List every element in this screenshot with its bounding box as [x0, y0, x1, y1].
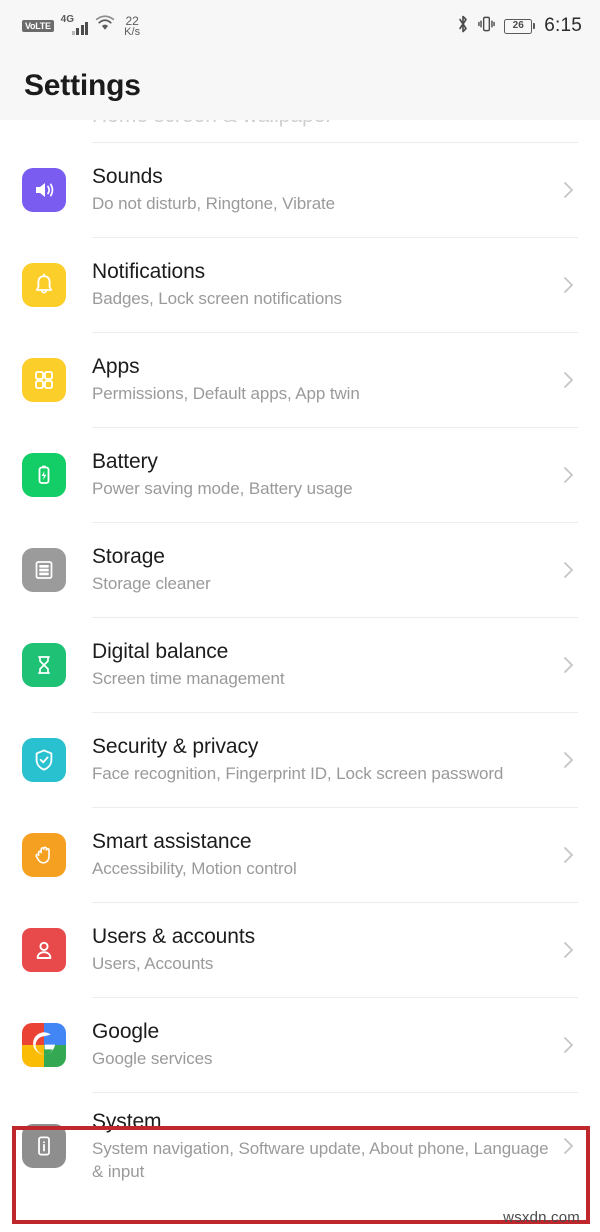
settings-row-subtitle: System navigation, Software update, Abou…: [92, 1139, 549, 1181]
status-bar-clock: 6:15: [544, 15, 582, 36]
settings-row-title: Security & privacy: [92, 735, 259, 759]
settings-row-storage[interactable]: Storage Storage cleaner: [0, 523, 600, 617]
chevron-right-icon: [564, 277, 573, 293]
settings-row-subtitle: Badges, Lock screen notifications: [92, 289, 342, 309]
chevron-right-icon: [564, 467, 573, 483]
chevron-right-icon: [564, 752, 573, 768]
status-bar: VoLTE 4G 22 K/s 26 6:15: [0, 0, 600, 52]
clipped-previous-row-label: Home screen & wallpaper: [92, 120, 332, 128]
watermark-label: wsxdn.com: [503, 1209, 580, 1226]
clipped-previous-row[interactable]: Home screen & wallpaper: [0, 120, 600, 142]
settings-row-body: Storage Storage cleaner: [92, 528, 550, 612]
network-speed-unit: K/s: [124, 25, 141, 38]
settings-row-subtitle: Permissions, Default apps, App twin: [92, 384, 360, 404]
settings-row-smart-assistance[interactable]: Smart assistance Accessibility, Motion c…: [0, 808, 600, 902]
settings-row-subtitle: Google services: [92, 1049, 213, 1069]
settings-row-title: Users & accounts: [92, 925, 255, 949]
settings-row-body: Smart assistance Accessibility, Motion c…: [92, 813, 550, 897]
chevron-right-icon: [564, 847, 573, 863]
settings-row-google[interactable]: Google Google services: [0, 998, 600, 1092]
settings-row-body: Digital balance Screen time management: [92, 623, 550, 707]
chevron-right-icon: [564, 182, 573, 198]
settings-row-title: Apps: [92, 355, 140, 379]
settings-row-system[interactable]: System System navigation, Software updat…: [0, 1093, 600, 1200]
network-gen-label: 4G: [60, 14, 75, 25]
settings-row-title: System: [92, 1110, 162, 1133]
chevron-right-icon: [564, 942, 573, 958]
network-speed-indicator: 22 K/s: [124, 15, 140, 38]
battery-cap: [533, 23, 536, 29]
settings-row-notifications[interactable]: Notifications Badges, Lock screen notifi…: [0, 238, 600, 332]
settings-row-body: Security & privacy Face recognition, Fin…: [92, 718, 550, 802]
settings-row-sounds[interactable]: Sounds Do not disturb, Ringtone, Vibrate: [0, 143, 600, 237]
bell-icon: [22, 263, 66, 307]
settings-row-body: Apps Permissions, Default apps, App twin: [92, 338, 550, 422]
chevron-right-icon: [564, 657, 573, 673]
vibrate-icon: [478, 15, 495, 38]
settings-row-body: Google Google services: [92, 1003, 550, 1087]
settings-row-body: Notifications Badges, Lock screen notifi…: [92, 243, 550, 327]
hourglass-icon: [22, 643, 66, 687]
settings-row-subtitle: Do not disturb, Ringtone, Vibrate: [92, 194, 336, 214]
speaker-icon: [22, 168, 66, 212]
chevron-right-icon: [564, 1138, 573, 1155]
settings-row-apps[interactable]: Apps Permissions, Default apps, App twin: [0, 333, 600, 427]
app-grid-icon: [22, 358, 66, 402]
settings-row-subtitle: Face recognition, Fingerprint ID, Lock s…: [92, 764, 504, 784]
page-title: Settings: [24, 69, 141, 102]
settings-row-security-privacy[interactable]: Security & privacy Face recognition, Fin…: [0, 713, 600, 807]
settings-list[interactable]: Home screen & wallpaper Sounds Do not di…: [0, 120, 600, 1200]
settings-row-subtitle: Users, Accounts: [92, 954, 214, 974]
settings-row-body: System System navigation, Software updat…: [92, 1093, 550, 1199]
settings-row-title: Sounds: [92, 165, 163, 189]
settings-row-title: Google: [92, 1020, 160, 1044]
status-bar-right-group: 26 6:15: [457, 15, 582, 38]
hand-icon: [22, 833, 66, 877]
status-bar-left-group: VoLTE 4G 22 K/s: [22, 15, 140, 38]
network-speed-value: 22: [125, 13, 139, 28]
settings-row-users-accounts[interactable]: Users & accounts Users, Accounts: [0, 903, 600, 997]
battery-icon: 26: [504, 18, 536, 34]
signal-bar-group: [71, 22, 89, 35]
bluetooth-icon: [457, 15, 469, 38]
phone-info-icon: [22, 1124, 66, 1169]
volte-icon: VoLTE: [22, 20, 54, 32]
signal-bars-icon: 4G: [61, 15, 89, 37]
settings-row-title: Notifications: [92, 260, 206, 284]
shield-check-icon: [22, 738, 66, 782]
settings-row-subtitle: Accessibility, Motion control: [92, 859, 297, 879]
chevron-right-icon: [564, 1037, 573, 1053]
settings-row-battery[interactable]: Battery Power saving mode, Battery usage: [0, 428, 600, 522]
chevron-right-icon: [564, 372, 573, 388]
settings-row-title: Smart assistance: [92, 830, 252, 854]
settings-row-body: Battery Power saving mode, Battery usage: [92, 433, 550, 517]
storage-drive-icon: [22, 548, 66, 592]
battery-bolt-icon: [22, 453, 66, 497]
settings-row-title: Battery: [92, 450, 158, 474]
settings-row-subtitle: Storage cleaner: [92, 574, 211, 594]
settings-row-digital-balance[interactable]: Digital balance Screen time management: [0, 618, 600, 712]
chevron-right-icon: [564, 562, 573, 578]
settings-row-title: Storage: [92, 545, 165, 569]
battery-body: 26: [504, 18, 533, 34]
battery-percent-label: 26: [512, 20, 524, 31]
google-g-icon: [22, 1023, 66, 1067]
person-icon: [22, 928, 66, 972]
settings-row-title: Digital balance: [92, 640, 229, 664]
settings-row-body: Sounds Do not disturb, Ringtone, Vibrate: [92, 148, 550, 232]
settings-row-body: Users & accounts Users, Accounts: [92, 908, 550, 992]
settings-row-subtitle: Power saving mode, Battery usage: [92, 479, 353, 499]
app-header: Settings: [0, 52, 600, 120]
settings-row-subtitle: Screen time management: [92, 669, 285, 689]
wifi-icon: [95, 14, 115, 38]
